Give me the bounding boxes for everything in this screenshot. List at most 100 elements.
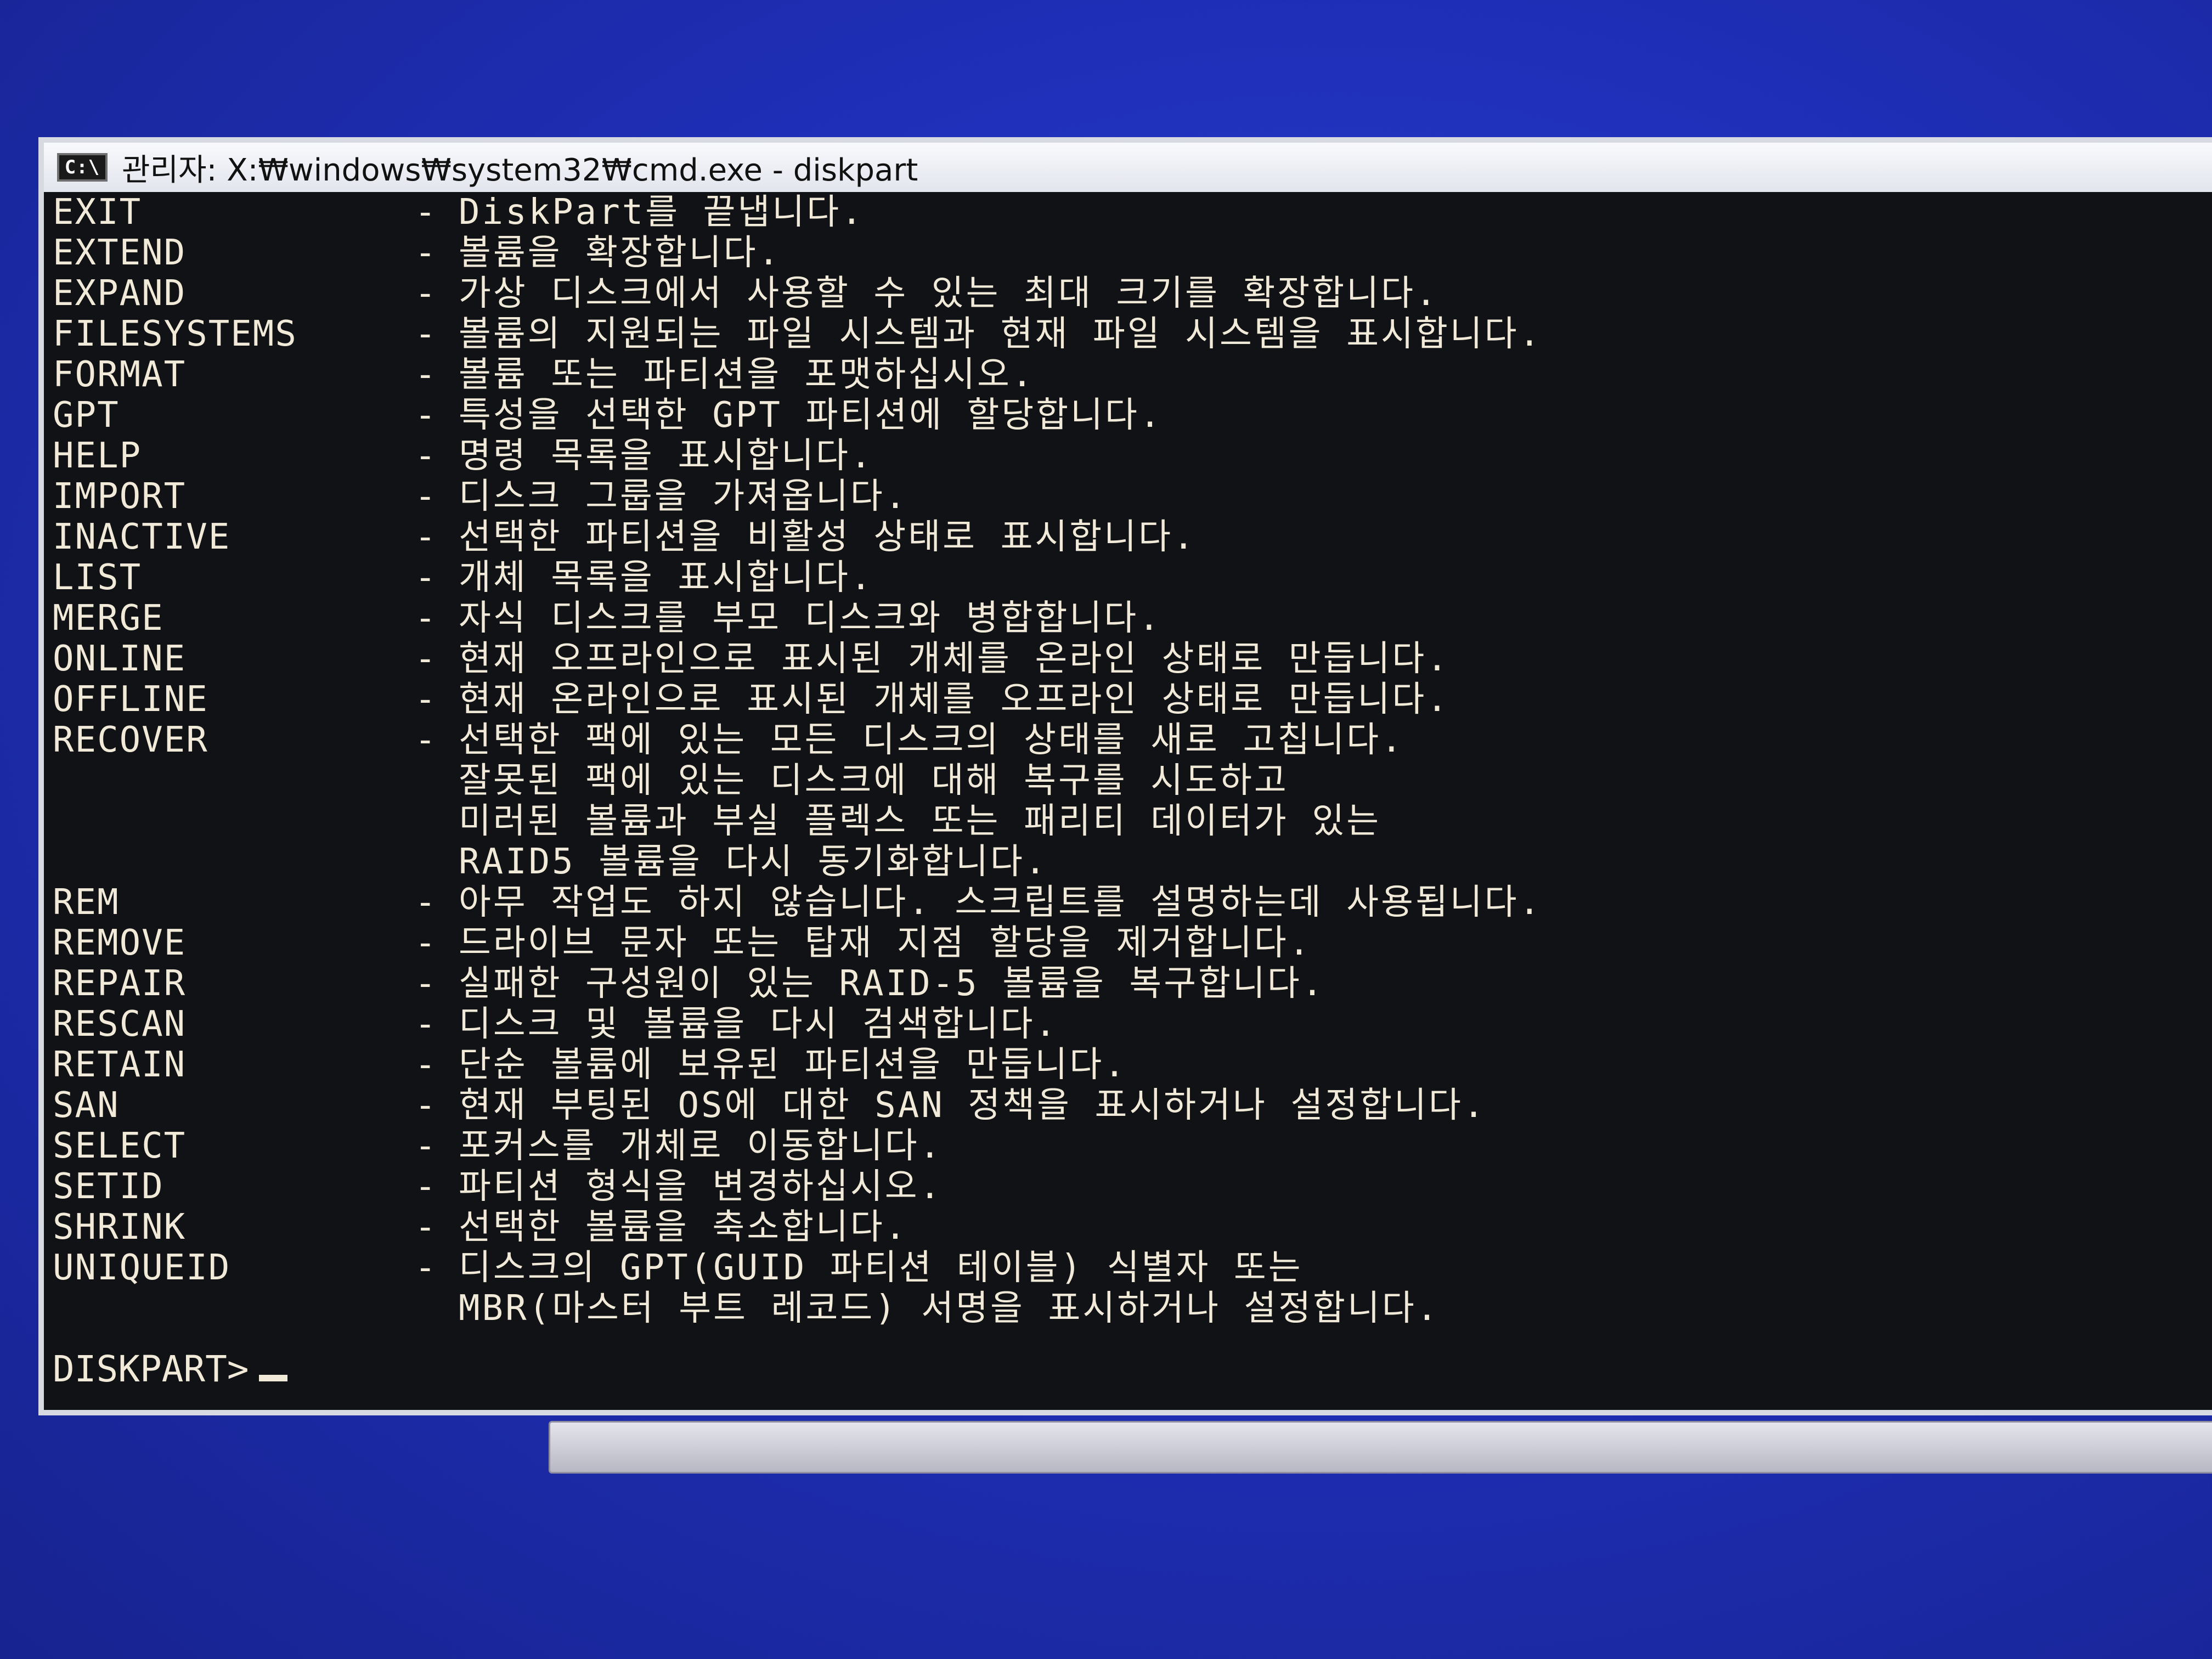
command-name bbox=[53, 842, 415, 882]
command-name: EXIT bbox=[53, 192, 142, 233]
command-row: SAN - 현재 부팅된 OS에 대한 SAN 정책을 표시하거나 설정합니다. bbox=[53, 1085, 2212, 1126]
command-row: HELP - 명령 목록을 표시합니다. bbox=[53, 436, 2212, 476]
command-row: RETAIN - 단순 볼륨에 보유된 파티션을 만듭니다. bbox=[53, 1045, 2212, 1085]
command-description: 가상 디스크에서 사용할 수 있는 최대 크기를 확장합니다. bbox=[459, 273, 1439, 314]
separator-dash: - bbox=[415, 395, 436, 436]
command-name: RESCAN bbox=[53, 1004, 187, 1045]
window-title: 관리자: X:₩windows₩system32₩cmd.exe - diskp… bbox=[122, 152, 918, 188]
command-name: SETID bbox=[53, 1166, 164, 1207]
separator-dash: - bbox=[415, 720, 436, 760]
command-row: EXTEND - 볼륨을 확장합니다. bbox=[53, 233, 2212, 273]
separator-dash: - bbox=[415, 598, 436, 639]
command-description: RAID5 볼륨을 다시 동기화합니다. bbox=[459, 842, 1048, 882]
command-name: REPAIR bbox=[53, 963, 187, 1004]
command-description: 단순 볼륨에 보유된 파티션을 만듭니다. bbox=[459, 1045, 1127, 1085]
separator-dash: - bbox=[415, 517, 436, 557]
command-description: 명령 목록을 표시합니다. bbox=[459, 436, 874, 476]
command-row: RESCAN - 디스크 및 볼륨을 다시 검색합니다. bbox=[53, 1004, 2212, 1045]
command-row: RECOVER - 선택한 팩에 있는 모든 디스크의 상태를 새로 고칩니다. bbox=[53, 720, 2212, 760]
command-description: 디스크 및 볼륨을 다시 검색합니다. bbox=[459, 1004, 1058, 1045]
command-name: MERGE bbox=[53, 598, 164, 639]
command-description: 현재 오프라인으로 표시된 개체를 온라인 상태로 만듭니다. bbox=[459, 639, 1450, 679]
command-description: 현재 부팅된 OS에 대한 SAN 정책을 표시하거나 설정합니다. bbox=[459, 1085, 1487, 1126]
command-name: REMOVE bbox=[53, 923, 187, 963]
command-row: REPAIR - 실패한 구성원이 있는 RAID-5 볼륨을 복구합니다. bbox=[53, 963, 2212, 1004]
command-name: ONLINE bbox=[53, 639, 187, 679]
command-description: 포커스를 개체로 이동합니다. bbox=[459, 1126, 943, 1166]
separator-dash: - bbox=[415, 192, 436, 233]
command-description: 실패한 구성원이 있는 RAID-5 볼륨을 복구합니다. bbox=[459, 963, 1325, 1004]
command-description: 개체 목록을 표시합니다. bbox=[459, 557, 874, 598]
prompt-line[interactable]: DISKPART> bbox=[53, 1347, 2212, 1391]
command-name: EXTEND bbox=[53, 233, 187, 273]
separator-dash: - bbox=[415, 314, 436, 354]
prompt-text: DISKPART> bbox=[53, 1348, 249, 1390]
command-name: EXPAND bbox=[53, 273, 187, 314]
separator-dash bbox=[415, 1288, 459, 1329]
command-description: 볼륨의 지원되는 파일 시스템과 현재 파일 시스템을 표시합니다. bbox=[459, 314, 1543, 354]
cmd-icon: C:\ bbox=[57, 153, 108, 182]
command-row: UNIQUEID - 디스크의 GPT(GUID 파티션 테이블) 식별자 또는 bbox=[53, 1248, 2212, 1288]
command-name: SAN bbox=[53, 1085, 120, 1126]
separator-dash bbox=[415, 760, 459, 801]
command-description: 자식 디스크를 부모 디스크와 병합합니다. bbox=[459, 598, 1162, 639]
command-description: 디스크의 GPT(GUID 파티션 테이블) 식별자 또는 bbox=[459, 1248, 1303, 1288]
separator-dash: - bbox=[415, 1248, 436, 1288]
command-description: 특성을 선택한 GPT 파티션에 할당합니다. bbox=[459, 395, 1163, 436]
separator-dash: - bbox=[415, 639, 436, 679]
title-bar[interactable]: C:\ 관리자: X:₩windows₩system32₩cmd.exe - d… bbox=[44, 143, 2212, 192]
separator-dash: - bbox=[415, 1045, 436, 1085]
command-row: REMOVE - 드라이브 문자 또는 탑재 지점 할당을 제거합니다. bbox=[53, 923, 2212, 963]
command-description: MBR(마스터 부트 레코드) 서명을 표시하거나 설정합니다. bbox=[459, 1288, 1440, 1329]
separator-dash: - bbox=[415, 1004, 436, 1045]
command-row: 미러된 볼륨과 부실 플렉스 또는 패리티 데이터가 있는 bbox=[53, 801, 2212, 842]
command-row: GPT - 특성을 선택한 GPT 파티션에 할당합니다. bbox=[53, 395, 2212, 436]
command-name: GPT bbox=[53, 395, 120, 436]
separator-dash: - bbox=[415, 1085, 436, 1126]
command-description: 선택한 볼륨을 축소합니다. bbox=[459, 1207, 909, 1248]
command-row: REM - 아무 작업도 하지 않습니다. 스크립트를 설명하는데 사용됩니다. bbox=[53, 882, 2212, 923]
command-name bbox=[53, 760, 415, 801]
command-description: 미러된 볼륨과 부실 플렉스 또는 패리티 데이터가 있는 bbox=[459, 801, 1381, 842]
separator-dash: - bbox=[415, 963, 436, 1004]
background-window bbox=[549, 1421, 2212, 1474]
command-row: MBR(마스터 부트 레코드) 서명을 표시하거나 설정합니다. bbox=[53, 1288, 2212, 1329]
separator-dash: - bbox=[415, 476, 436, 517]
separator-dash: - bbox=[415, 233, 436, 273]
command-row: OFFLINE - 현재 온라인으로 표시된 개체를 오프라인 상태로 만듭니다. bbox=[53, 679, 2212, 720]
command-row: SHRINK - 선택한 볼륨을 축소합니다. bbox=[53, 1207, 2212, 1248]
command-row: RAID5 볼륨을 다시 동기화합니다. bbox=[53, 842, 2212, 882]
separator-dash bbox=[415, 801, 459, 842]
command-row: SETID - 파티션 형식을 변경하십시오. bbox=[53, 1166, 2212, 1207]
command-description: 현재 온라인으로 표시된 개체를 오프라인 상태로 만듭니다. bbox=[459, 679, 1450, 720]
cmd-window[interactable]: C:\ 관리자: X:₩windows₩system32₩cmd.exe - d… bbox=[38, 137, 2212, 1415]
command-row: SELECT - 포커스를 개체로 이동합니다. bbox=[53, 1126, 2212, 1166]
command-description: 잘못된 팩에 있는 디스크에 대해 복구를 시도하고 bbox=[459, 760, 1289, 801]
command-row: LIST - 개체 목록을 표시합니다. bbox=[53, 557, 2212, 598]
separator-dash: - bbox=[415, 1166, 436, 1207]
command-description: DiskPart를 끝냅니다. bbox=[459, 192, 865, 233]
command-row: IMPORT - 디스크 그룹을 가져옵니다. bbox=[53, 476, 2212, 517]
command-name: INACTIVE bbox=[53, 517, 231, 557]
command-name: FILESYSTEMS bbox=[53, 314, 297, 354]
command-description: 선택한 파티션을 비활성 상태로 표시합니다. bbox=[459, 517, 1197, 557]
command-name: FORMAT bbox=[53, 354, 187, 395]
command-name: HELP bbox=[53, 436, 142, 476]
command-row: FORMAT - 볼륨 또는 파티션을 포맷하십시오. bbox=[53, 354, 2212, 395]
separator-dash bbox=[415, 842, 459, 882]
command-list: EXIT - DiskPart를 끝냅니다. EXTEND - 볼륨을 확장합니다. EXP… bbox=[53, 192, 2212, 1329]
command-row: INACTIVE - 선택한 파티션을 비활성 상태로 표시합니다. bbox=[53, 517, 2212, 557]
command-description: 디스크 그룹을 가져옵니다. bbox=[459, 476, 909, 517]
separator-dash: - bbox=[415, 436, 436, 476]
console-output[interactable]: EXIT - DiskPart를 끝냅니다. EXTEND - 볼륨을 확장합니다. EXP… bbox=[44, 192, 2212, 1391]
command-description: 아무 작업도 하지 않습니다. 스크립트를 설명하는데 사용됩니다. bbox=[459, 882, 1543, 923]
command-row: EXIT - DiskPart를 끝냅니다. bbox=[53, 192, 2212, 233]
command-description: 볼륨 또는 파티션을 포맷하십시오. bbox=[459, 354, 1035, 395]
separator-dash: - bbox=[415, 882, 436, 923]
command-row: EXPAND - 가상 디스크에서 사용할 수 있는 최대 크기를 확장합니다. bbox=[53, 273, 2212, 314]
command-description: 볼륨을 확장합니다. bbox=[459, 233, 782, 273]
command-row: MERGE - 자식 디스크를 부모 디스크와 병합합니다. bbox=[53, 598, 2212, 639]
command-description: 파티션 형식을 변경하십시오. bbox=[459, 1166, 943, 1207]
separator-dash: - bbox=[415, 557, 436, 598]
command-name bbox=[53, 1288, 415, 1329]
